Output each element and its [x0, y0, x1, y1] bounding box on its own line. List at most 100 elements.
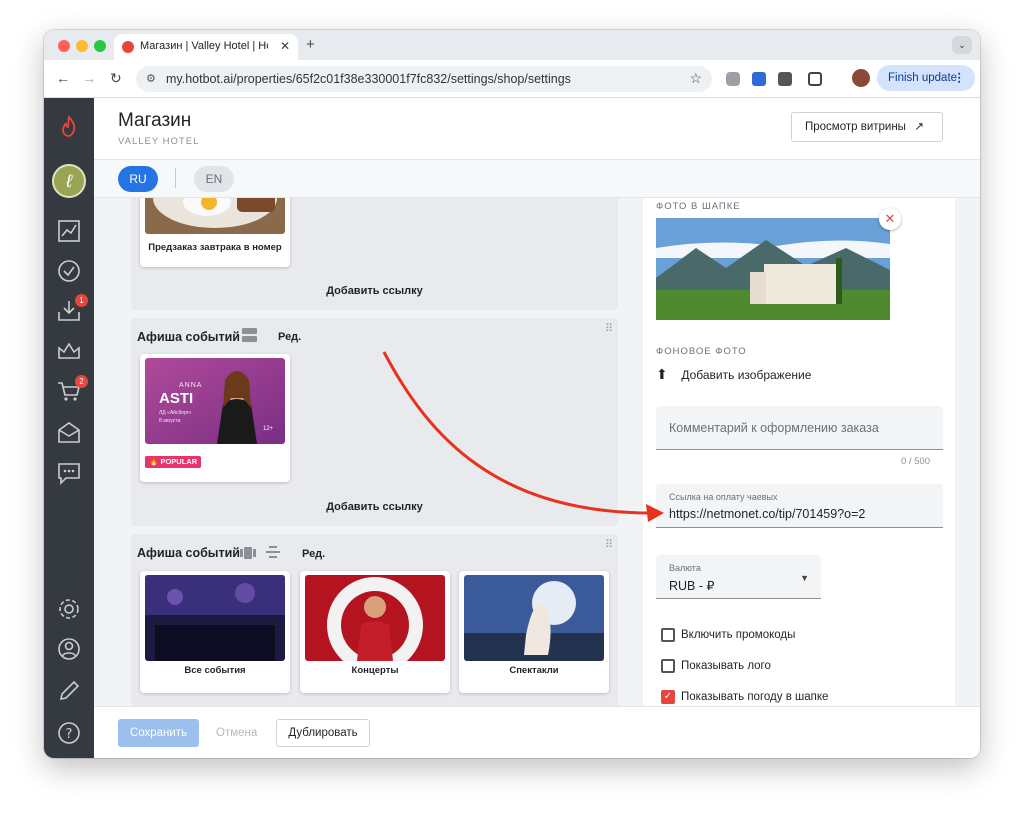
browser-tab[interactable]: Магазин | Valley Hotel | Hotbot ✕ — [114, 34, 298, 60]
bookmark-star-icon[interactable]: ☆ — [689, 70, 702, 87]
promo-codes-label: Включить промокоды — [681, 629, 796, 641]
site-settings-icon[interactable]: ⚙ — [146, 72, 156, 85]
concerts-image — [305, 575, 445, 661]
all-events-image — [145, 575, 285, 661]
drag-handle-icon[interactable]: ⠿ — [605, 538, 613, 551]
camera-extension-icon[interactable] — [726, 72, 740, 86]
preview-storefront-button[interactable]: Просмотр витрины ↗ — [791, 112, 943, 142]
hotbot-logo-icon[interactable] — [54, 112, 84, 142]
external-arrow-icon: ↗ — [914, 121, 924, 133]
popular-badge: 🔥 POPULAR — [145, 456, 202, 468]
currency-value: RUB - ₽ — [669, 579, 715, 593]
order-comment-field[interactable]: Комментарий к оформлению заказа — [656, 406, 943, 450]
drag-handle-icon[interactable]: ⠿ — [605, 322, 613, 335]
edit-button[interactable]: Ред. — [278, 331, 301, 343]
header-photo-label: ФОТО В ШАПКЕ — [656, 201, 741, 212]
poster-venue: ЛД «Айсберг» — [159, 410, 192, 416]
add-image-label: Добавить изображение — [681, 368, 812, 382]
finish-update-button[interactable]: Finish update ⋮ — [877, 65, 975, 91]
more-menu-icon[interactable]: ⋮ — [954, 65, 966, 91]
poster-age: 12+ — [263, 426, 274, 432]
cart-badge: 2 — [75, 375, 88, 388]
category-card[interactable]: Спектакли — [459, 571, 609, 693]
settings-panel: ФОТО В ШАПКЕ ✕ ФОНОВОЕ ФОТО ⬆ Добавить и… — [643, 198, 955, 706]
url-field[interactable]: ⚙ my.hotbot.ai/properties/65f2c01f38e330… — [136, 66, 712, 92]
page-title: Магазин — [118, 110, 192, 131]
events-categories-block: Афиша событий Ред. ⠿ Все события Концерт… — [131, 534, 618, 706]
zip-extension-icon[interactable] — [752, 72, 766, 86]
currency-select[interactable]: Валюта RUB - ₽ ▼ — [656, 555, 821, 599]
new-tab-icon[interactable]: + — [306, 36, 315, 53]
show-weather-checkbox[interactable]: ✓ — [661, 690, 675, 704]
duplicate-button[interactable]: Дублировать — [276, 719, 370, 747]
edit-pencil-icon[interactable] — [54, 676, 84, 706]
tasks-check-icon[interactable] — [54, 256, 84, 286]
breakfast-image — [145, 198, 285, 234]
settings-gear-icon[interactable] — [54, 594, 84, 624]
tab-search-icon[interactable]: ⌄ — [952, 36, 972, 54]
show-weather-label: Показывать погоду в шапке — [681, 691, 829, 703]
tab-close-icon[interactable]: ✕ — [280, 39, 290, 53]
events-block: Афиша событий Ред. ⠿ ANNA ASTI ЛД «Айсбе… — [131, 318, 618, 526]
category-card-label: Все события — [184, 665, 246, 676]
add-link-button[interactable]: Добавить ссылку — [131, 285, 618, 297]
close-window-button[interactable] — [58, 40, 70, 52]
help-icon[interactable]: ? — [54, 718, 84, 748]
lang-en-button[interactable]: EN — [194, 166, 234, 192]
extensions-puzzle-icon[interactable] — [808, 72, 822, 86]
inbox-badge: 1 — [75, 294, 88, 307]
browser-window: Магазин | Valley Hotel | Hotbot ✕ + ⌄ ← … — [44, 30, 980, 758]
reload-icon[interactable]: ↻ — [110, 70, 122, 87]
analytics-icon[interactable] — [54, 216, 84, 246]
category-card[interactable]: Все события — [140, 571, 290, 693]
account-user-icon[interactable] — [54, 634, 84, 664]
address-bar: ← → ↻ ⚙ my.hotbot.ai/properties/65f2c01f… — [44, 60, 980, 98]
save-button[interactable]: Сохранить — [118, 719, 199, 747]
add-image-button[interactable]: ⬆ Добавить изображение — [656, 366, 811, 383]
chat-icon[interactable] — [54, 458, 84, 488]
breakfast-card[interactable]: Предзаказ завтрака в номер — [140, 198, 290, 267]
remove-photo-close-icon[interactable]: ✕ — [879, 208, 901, 230]
back-icon[interactable]: ← — [56, 70, 70, 86]
url-text: my.hotbot.ai/properties/65f2c01f38e33000… — [166, 72, 571, 86]
breakfast-block: Предзаказ завтрака в номер Добавить ссыл… — [131, 198, 618, 310]
spacing-icon[interactable] — [266, 545, 280, 559]
upload-icon: ⬆ — [656, 366, 668, 382]
category-card[interactable]: Концерты — [300, 571, 450, 693]
finish-update-label: Finish update — [888, 72, 958, 84]
tip-link-field[interactable]: Ссылка на оплату чаевых https://netmonet… — [656, 484, 943, 528]
lang-ru-button[interactable]: RU — [118, 166, 158, 192]
qr-extension-icon[interactable] — [778, 72, 792, 86]
forward-icon[interactable]: → — [82, 70, 96, 86]
poster-date: 8 августа — [159, 418, 181, 424]
hotel-avatar[interactable]: ℓ — [52, 164, 86, 198]
svg-text:?: ? — [66, 727, 73, 742]
events-block-title: Афиша событий — [137, 330, 240, 344]
popular-label: POPULAR — [160, 457, 198, 466]
tip-link-value: https://netmonet.co/tip/701459?o=2 — [669, 507, 866, 521]
language-switcher: RU EN — [94, 160, 980, 198]
cancel-button[interactable]: Отмена — [216, 719, 257, 747]
currency-label: Валюта — [669, 563, 701, 573]
shop-blocks-list[interactable]: Предзаказ завтрака в номер Добавить ссыл… — [131, 198, 618, 706]
mail-icon[interactable] — [54, 418, 84, 448]
poster-brand: ASTI — [159, 390, 194, 407]
preview-storefront-label: Просмотр витрины — [805, 121, 906, 133]
reviews-crown-icon[interactable] — [54, 336, 84, 366]
layout-carousel-icon[interactable] — [240, 546, 256, 559]
promo-codes-checkbox[interactable] — [661, 628, 675, 642]
category-card-label: Концерты — [351, 665, 399, 676]
event-card[interactable]: ANNA ASTI ЛД «Айсберг» 8 августа 12+ 🔥 P… — [140, 354, 290, 482]
layout-grid-icon[interactable] — [242, 328, 257, 342]
minimize-window-button[interactable] — [76, 40, 88, 52]
performances-image — [464, 575, 604, 661]
dropdown-caret-icon: ▼ — [800, 573, 809, 583]
breakfast-card-label: Предзаказ завтрака в номер — [148, 242, 282, 253]
profile-avatar[interactable] — [852, 69, 870, 87]
show-logo-checkbox[interactable] — [661, 659, 675, 673]
order-comment-placeholder: Комментарий к оформлению заказа — [669, 421, 879, 435]
tab-title: Магазин | Valley Hotel | Hotbot — [140, 40, 268, 52]
edit-button[interactable]: Ред. — [302, 548, 325, 560]
add-link-button[interactable]: Добавить ссылку — [131, 501, 618, 513]
maximize-window-button[interactable] — [94, 40, 106, 52]
